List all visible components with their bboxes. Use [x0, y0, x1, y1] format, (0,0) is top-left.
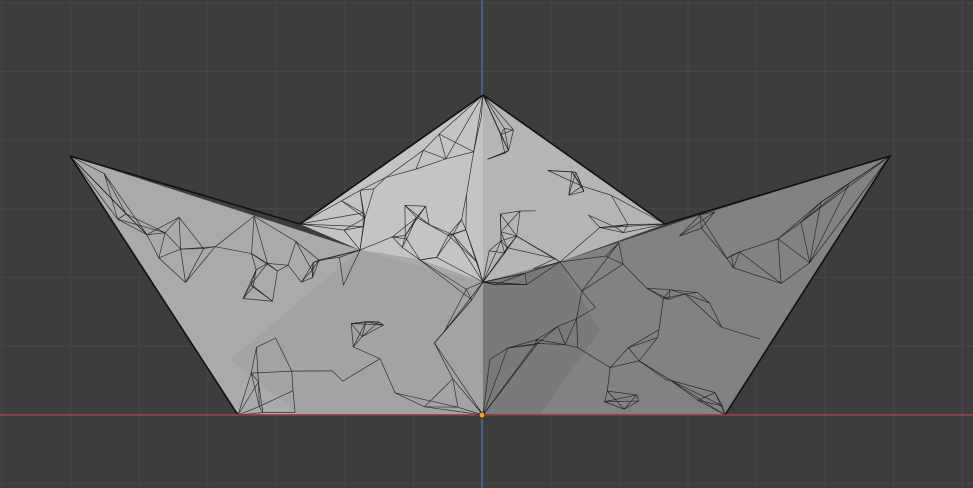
viewport-canvas[interactable] [0, 0, 973, 488]
paper-boat-mesh[interactable] [69, 94, 892, 416]
3d-viewport[interactable] [0, 0, 973, 488]
object-origin-dot[interactable] [478, 411, 486, 419]
